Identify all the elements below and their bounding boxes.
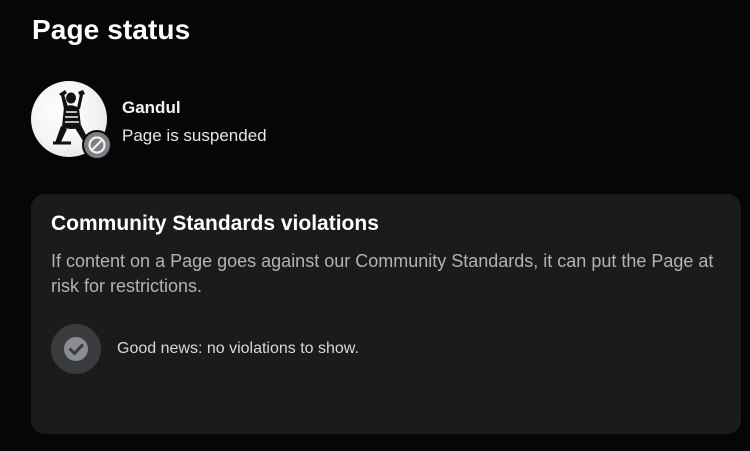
community-standards-card: Community Standards violations If conten… [31, 194, 741, 434]
suspended-badge [82, 130, 112, 160]
card-title: Community Standards violations [51, 212, 379, 235]
checkmark-icon [64, 337, 88, 361]
page-status-text: Page is suspended [122, 126, 267, 145]
page-status-screen: Page status Gandul Page is suspended Com… [0, 0, 750, 451]
page-title: Page status [32, 14, 191, 45]
checkmark-badge [51, 324, 101, 374]
page-profile: Gandul Page is suspended [31, 81, 431, 161]
no-violations-text: Good news: no violations to show. [117, 340, 359, 357]
card-description: If content on a Page goes against our Co… [51, 251, 714, 296]
prohibited-icon [88, 136, 106, 154]
page-name[interactable]: Gandul [122, 98, 181, 118]
no-violations-row: Good news: no violations to show. [51, 324, 471, 374]
